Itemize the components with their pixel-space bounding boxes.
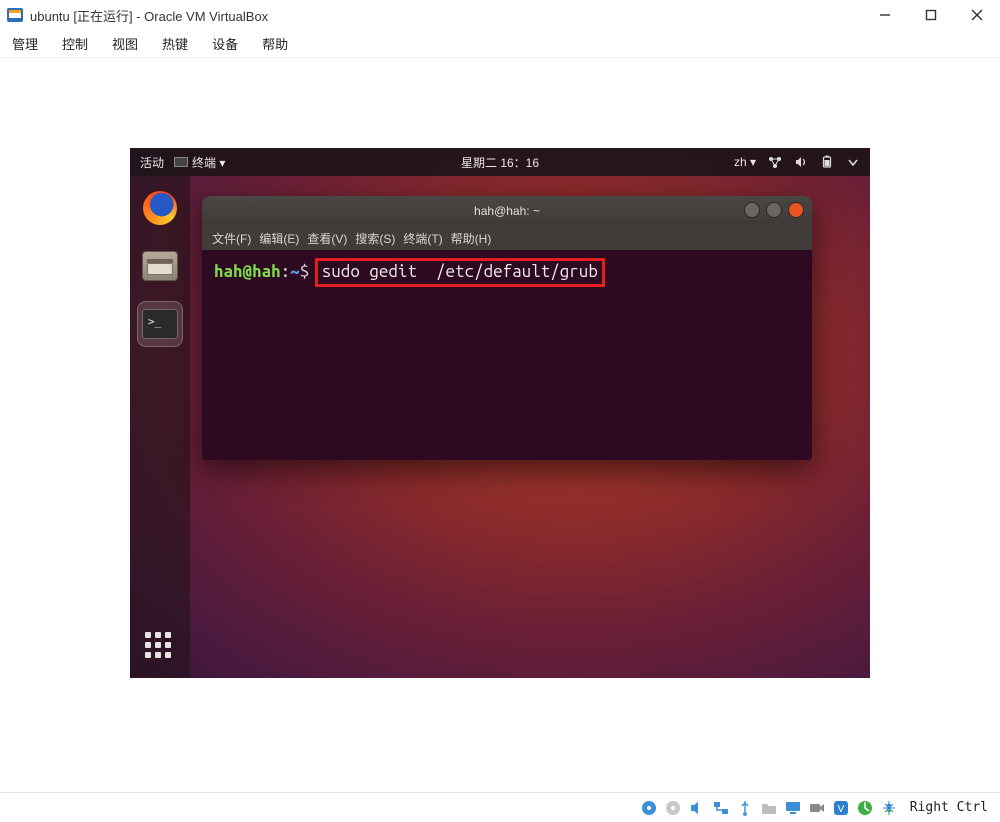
usb-icon[interactable]	[736, 799, 754, 817]
display-icon[interactable]	[784, 799, 802, 817]
close-button[interactable]	[954, 0, 1000, 30]
terminal-title: hah@hah: ~	[474, 204, 540, 218]
terminal-window: hah@hah: ~ 文件(F) 编辑(E) 查看(V) 搜索(S) 终端(T)…	[202, 196, 812, 460]
terminal-body[interactable]: hah@hah:~$ sudo gedit /etc/default/grub	[202, 250, 812, 460]
terminal-menu-help[interactable]: 帮助(H)	[451, 230, 492, 247]
terminal-close-button[interactable]	[788, 202, 804, 218]
ubuntu-topbar: 活动 终端 ▾ 星期二 16：16 zh ▾	[130, 148, 870, 176]
menu-view[interactable]: 视图	[112, 34, 138, 53]
terminal-icon	[142, 309, 178, 339]
terminal-maximize-button[interactable]	[766, 202, 782, 218]
dock-show-apps[interactable]	[145, 632, 175, 662]
command-highlight: sudo gedit /etc/default/grub	[315, 258, 605, 287]
window-titlebar: ubuntu [正在运行] - Oracle VM VirtualBox	[0, 0, 1000, 30]
terminal-menu-file[interactable]: 文件(F)	[212, 230, 251, 247]
terminal-icon	[174, 157, 188, 167]
recording-icon[interactable]	[808, 799, 826, 817]
prompt-user-host: hah@hah	[214, 262, 281, 281]
topbar-app-indicator[interactable]: 终端 ▾	[174, 154, 225, 171]
terminal-menu-terminal[interactable]: 终端(T)	[403, 230, 442, 247]
dock-files[interactable]	[138, 244, 182, 288]
ubuntu-desktop[interactable]: 活动 终端 ▾ 星期二 16：16 zh ▾	[130, 148, 870, 678]
activities-button[interactable]: 活动	[140, 154, 164, 171]
dock-firefox[interactable]	[138, 186, 182, 230]
minimize-button[interactable]	[862, 0, 908, 30]
input-method-indicator[interactable]: zh ▾	[734, 155, 756, 169]
virtualbox-statusbar: V Right Ctrl	[0, 792, 1000, 822]
prompt-separator: :	[281, 262, 291, 281]
command-text: sudo gedit /etc/default/grub	[322, 262, 598, 281]
prompt-symbol: $	[300, 262, 310, 281]
network-adapter-icon[interactable]	[712, 799, 730, 817]
svg-text:V: V	[837, 804, 844, 815]
topbar-datetime[interactable]: 星期二 16：16	[461, 154, 539, 171]
terminal-menu-view[interactable]: 查看(V)	[307, 230, 347, 247]
terminal-minimize-button[interactable]	[744, 202, 760, 218]
terminal-menu-edit[interactable]: 编辑(E)	[259, 230, 299, 247]
files-icon	[142, 251, 178, 281]
hard-disk-icon[interactable]	[640, 799, 658, 817]
processor-icon[interactable]	[856, 799, 874, 817]
host-key-indicator: Right Ctrl	[910, 800, 988, 815]
status-icons: V	[640, 799, 898, 817]
battery-icon[interactable]	[820, 155, 834, 169]
optical-drive-icon[interactable]	[664, 799, 682, 817]
power-menu-icon[interactable]	[846, 155, 860, 169]
virtualbox-menubar: 管理 控制 视图 热键 设备 帮助	[0, 30, 1000, 58]
terminal-menu-search[interactable]: 搜索(S)	[355, 230, 395, 247]
menu-hotkeys[interactable]: 热键	[162, 34, 188, 53]
window-title: ubuntu [正在运行] - Oracle VM VirtualBox	[30, 6, 862, 25]
prompt-path: ~	[290, 262, 300, 281]
volume-icon[interactable]	[794, 155, 808, 169]
dock-terminal[interactable]	[138, 302, 182, 346]
menu-manage[interactable]: 管理	[12, 34, 38, 53]
shared-folders-icon[interactable]	[760, 799, 778, 817]
terminal-titlebar[interactable]: hah@hah: ~	[202, 196, 812, 226]
menu-help[interactable]: 帮助	[262, 34, 288, 53]
terminal-menubar: 文件(F) 编辑(E) 查看(V) 搜索(S) 终端(T) 帮助(H)	[202, 226, 812, 250]
mouse-integration-icon[interactable]	[880, 799, 898, 817]
maximize-button[interactable]	[908, 0, 954, 30]
vm-state-icon[interactable]: V	[832, 799, 850, 817]
ubuntu-dock	[130, 176, 190, 678]
network-icon[interactable]	[768, 155, 782, 169]
firefox-icon	[143, 191, 177, 225]
topbar-tray: zh ▾	[734, 155, 860, 169]
menu-control[interactable]: 控制	[62, 34, 88, 53]
vm-display-area: 活动 终端 ▾ 星期二 16：16 zh ▾	[0, 58, 1000, 792]
audio-icon[interactable]	[688, 799, 706, 817]
topbar-app-label: 终端 ▾	[192, 154, 225, 171]
menu-devices[interactable]: 设备	[212, 34, 238, 53]
virtualbox-icon	[6, 6, 24, 24]
